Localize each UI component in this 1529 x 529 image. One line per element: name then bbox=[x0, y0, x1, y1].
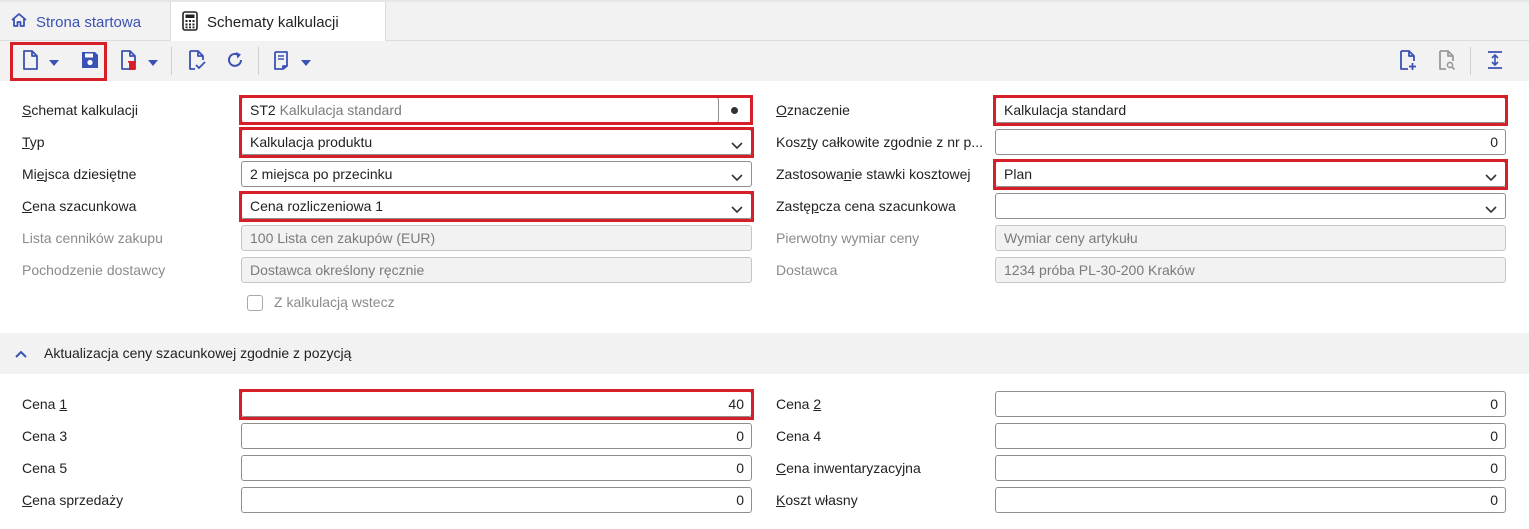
cena-1-input[interactable]: 40 bbox=[241, 391, 752, 417]
calculator-icon bbox=[181, 10, 199, 35]
refresh-button[interactable] bbox=[223, 49, 247, 73]
label-cena-3: Cena 3 bbox=[22, 428, 68, 444]
cena-sprzedazy-input[interactable]: 0 bbox=[241, 487, 752, 513]
section-title: Aktualizacja ceny szacunkowej zgodnie z … bbox=[44, 345, 352, 361]
label-pierwotny-wymiar: Pierwotny wymiar ceny bbox=[776, 230, 920, 246]
chevron-up-icon bbox=[14, 347, 28, 363]
miejsca-dziesietne-select[interactable]: 2 miejsca po przecinku bbox=[241, 161, 752, 187]
label-cena-2: Cena 2 bbox=[776, 396, 822, 412]
label-cena-sprzedazy: Cena sprzedaży bbox=[22, 492, 124, 508]
validate-button[interactable] bbox=[184, 49, 208, 73]
tab-home-label: Strona startowa bbox=[36, 13, 142, 31]
label-cena-1: Cena 1 bbox=[22, 396, 68, 412]
add-document-button[interactable] bbox=[1395, 49, 1419, 73]
cena-inwentaryzacyjna-input[interactable]: 0 bbox=[995, 455, 1506, 481]
typ-select[interactable]: Kalkulacja produktu bbox=[241, 129, 752, 155]
tab-schematy-kalkulacji[interactable]: Schematy kalkulacji bbox=[170, 2, 386, 43]
tab-home[interactable]: Strona startowa bbox=[0, 2, 168, 42]
label-dostawca: Dostawca bbox=[776, 262, 838, 278]
chevron-down-icon bbox=[148, 53, 158, 69]
chevron-down-icon bbox=[301, 53, 311, 69]
expand-vertical-icon bbox=[1486, 50, 1504, 73]
pochodzenie-dostawcy-input: Dostawca określony ręcznie bbox=[241, 257, 752, 283]
print-icon bbox=[270, 49, 290, 74]
validate-document-icon bbox=[186, 49, 206, 74]
section-header[interactable]: Aktualizacja ceny szacunkowej zgodnie z … bbox=[0, 333, 1529, 374]
tab-bar: Strona startowa Schematy kalkulacji bbox=[0, 0, 1529, 43]
toolbar-separator bbox=[1470, 47, 1471, 75]
delete-dropdown-button[interactable] bbox=[145, 49, 161, 73]
tab-active-label: Schematy kalkulacji bbox=[207, 14, 339, 31]
label-zastosowanie-stawki: Zastosowanie stawki kosztowej bbox=[776, 166, 971, 182]
label-cena-4: Cena 4 bbox=[776, 428, 822, 444]
search-document-icon bbox=[1436, 49, 1456, 74]
add-document-icon bbox=[1397, 49, 1417, 74]
chevron-down-icon bbox=[730, 199, 744, 218]
checkbox-label: Z kalkulacją wstecz bbox=[274, 294, 395, 310]
expand-button[interactable] bbox=[1483, 49, 1507, 73]
label-cena-inwentaryzacyjna: Cena inwentaryzacyjna bbox=[776, 460, 921, 476]
label-koszt-wlasny: Koszt własny bbox=[776, 492, 858, 508]
koszt-wlasny-input[interactable]: 0 bbox=[995, 487, 1506, 513]
label-schemat-kalkulacji: Schemat kalkulacji bbox=[22, 102, 138, 118]
new-dropdown-button[interactable] bbox=[46, 49, 62, 73]
save-icon bbox=[80, 50, 100, 73]
new-document-icon bbox=[20, 49, 40, 74]
chevron-down-icon bbox=[49, 53, 59, 69]
label-cena-szacunkowa: Cena szacunkowa bbox=[22, 198, 137, 214]
toolbar bbox=[0, 41, 1529, 81]
oznaczenie-input[interactable]: Kalkulacja standard bbox=[995, 97, 1506, 123]
search-document-button[interactable] bbox=[1434, 49, 1458, 73]
label-pochodzenie-dostawcy: Pochodzenie dostawcy bbox=[22, 262, 166, 278]
refresh-icon bbox=[225, 50, 245, 73]
cena-4-input[interactable]: 0 bbox=[995, 423, 1506, 449]
cena-5-input[interactable]: 0 bbox=[241, 455, 752, 481]
label-typ: Typ bbox=[22, 134, 45, 150]
label-zastepcza-cena: Zastępcza cena szacunkowa bbox=[776, 198, 956, 214]
lista-cennikow-input: 100 Lista cen zakupów (EUR) bbox=[241, 225, 752, 251]
cena-2-input[interactable]: 0 bbox=[995, 391, 1506, 417]
chevron-down-icon bbox=[1484, 167, 1498, 186]
new-button[interactable] bbox=[18, 49, 42, 73]
chevron-down-icon bbox=[730, 167, 744, 186]
print-dropdown-button[interactable] bbox=[298, 49, 314, 73]
cena-3-input[interactable]: 0 bbox=[241, 423, 752, 449]
label-oznaczenie: Oznaczenie bbox=[776, 102, 850, 118]
cena-szacunkowa-select[interactable]: Cena rozliczeniowa 1 bbox=[241, 193, 752, 219]
save-button[interactable] bbox=[78, 49, 102, 73]
pierwotny-wymiar-input: Wymiar ceny artykułu bbox=[995, 225, 1506, 251]
schemat-kalkulacji-input[interactable]: ST2 Kalkulacja standard bbox=[241, 97, 719, 123]
chevron-down-icon bbox=[1484, 199, 1498, 218]
label-koszty-calkowite: Koszty całkowite zgodnie z nr p... bbox=[776, 134, 983, 150]
label-cena-5: Cena 5 bbox=[22, 460, 68, 476]
label-lista-cennikow: Lista cenników zakupu bbox=[22, 230, 163, 246]
home-icon bbox=[10, 11, 28, 33]
delete-document-icon bbox=[118, 49, 138, 74]
toolbar-separator bbox=[171, 47, 172, 75]
toolbar-separator bbox=[258, 47, 259, 75]
koszty-calkowite-input[interactable]: 0 bbox=[995, 129, 1506, 155]
print-button[interactable] bbox=[268, 49, 292, 73]
z-kalkulacja-wstecz-checkbox[interactable] bbox=[247, 295, 263, 311]
zastepcza-cena-select[interactable] bbox=[995, 193, 1506, 219]
label-miejsca-dziesietne: Miejsca dziesiętne bbox=[22, 166, 137, 182]
dostawca-input: 1234 próba PL-30-200 Kraków bbox=[995, 257, 1506, 283]
zastosowanie-stawki-select[interactable]: Plan bbox=[995, 161, 1506, 187]
chevron-down-icon bbox=[730, 135, 744, 154]
status-dot-icon bbox=[731, 107, 738, 114]
delete-button[interactable] bbox=[116, 49, 140, 73]
